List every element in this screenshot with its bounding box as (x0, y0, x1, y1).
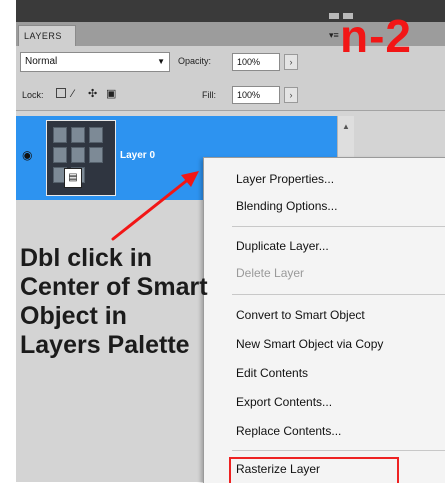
lock-paint-icon[interactable]: ⁄ (72, 88, 74, 100)
fill-field[interactable]: 100% (232, 86, 280, 104)
tab-layers[interactable]: LAYERS (18, 25, 76, 46)
menu-item-blending-options[interactable]: Blending Options... (236, 199, 337, 213)
blend-mode-value: Normal (25, 56, 58, 67)
menu-item-export-contents[interactable]: Export Contents... (236, 395, 332, 409)
layer-name[interactable]: Layer 0 (120, 150, 155, 161)
lock-all-icon[interactable]: ▣ (106, 88, 116, 100)
opacity-label: Opacity: (178, 56, 212, 66)
lock-label: Lock: (22, 90, 44, 100)
menu-item-layer-properties[interactable]: Layer Properties... (236, 172, 334, 186)
fill-label: Fill: (202, 90, 216, 100)
menu-separator (232, 226, 445, 227)
smart-object-icon: ▤ (64, 168, 82, 188)
lock-transparency-icon[interactable] (56, 88, 66, 98)
scroll-up-icon[interactable]: ▲ (342, 122, 350, 131)
fill-stepper-icon[interactable]: › (284, 87, 298, 103)
eye-icon[interactable]: ◉ (22, 148, 40, 162)
menu-item-delete-layer: Delete Layer (236, 266, 305, 280)
menu-item-rasterize-layer[interactable]: Rasterize Layer (236, 462, 320, 476)
menu-item-edit-contents[interactable]: Edit Contents (236, 366, 308, 380)
opacity-field[interactable]: 100% (232, 53, 280, 71)
menu-item-duplicate-layer[interactable]: Duplicate Layer... (236, 239, 329, 253)
panel-menu-icon[interactable]: ▾≡ (329, 30, 339, 41)
lock-row: Lock: ⁄ ✣ ▣ Fill: 100% › (16, 80, 445, 111)
annotation-line: Dbl click in (20, 244, 152, 272)
annotation-line: Object in (20, 302, 127, 330)
step-badge: n-2 (340, 10, 412, 62)
annotation-line: Layers Palette (20, 331, 190, 359)
annotation-line: Center of Smart (20, 273, 208, 301)
menu-separator (232, 294, 445, 295)
lock-move-icon[interactable]: ✣ (88, 88, 97, 100)
menu-item-new-smart-object-via-copy[interactable]: New Smart Object via Copy (236, 337, 383, 351)
opacity-stepper-icon[interactable]: › (284, 54, 298, 70)
menu-separator (232, 450, 445, 451)
menu-item-convert-to-smart-object[interactable]: Convert to Smart Object (236, 308, 365, 322)
instruction-annotation: Dbl click in Center of Smart Object in L… (20, 244, 208, 360)
chevron-down-icon: ▼ (157, 57, 165, 66)
menu-item-replace-contents[interactable]: Replace Contents... (236, 424, 341, 438)
collapse-icon[interactable] (329, 13, 339, 19)
layer-context-menu: Layer Properties... Blending Options... … (203, 157, 445, 483)
blend-mode-select[interactable]: Normal ▼ (20, 52, 170, 72)
